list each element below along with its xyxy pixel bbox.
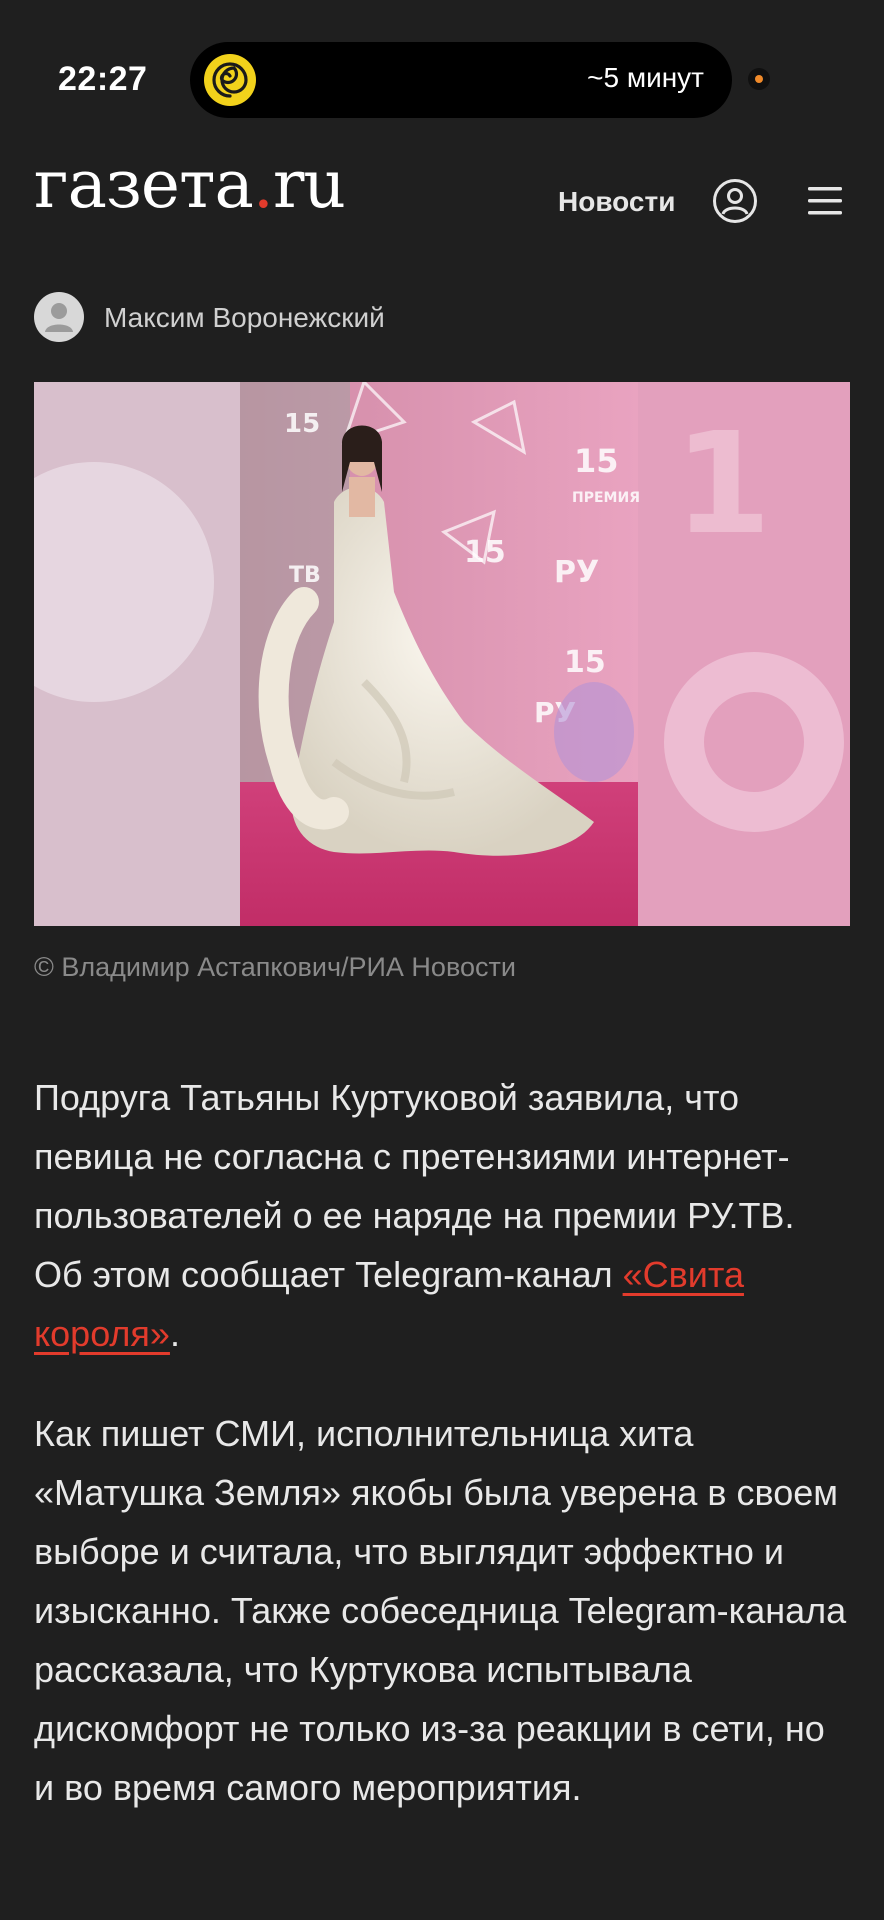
island-timer-text: ~5 минут xyxy=(587,62,704,93)
nav-news-link[interactable]: Новости xyxy=(558,186,675,218)
logo-tld: ru xyxy=(272,146,346,223)
logo-dot: . xyxy=(252,146,274,223)
svg-text:1: 1 xyxy=(674,403,771,566)
svg-text:ТВ: ТВ xyxy=(289,563,321,588)
camera-indicator-icon xyxy=(748,68,770,90)
article-paragraph-1: Подруга Татьяны Куртуковой заявила, что … xyxy=(34,1068,850,1363)
photo-credit: © Владимир Астапкович/РИА Новости xyxy=(34,952,516,982)
logo-main: газета xyxy=(34,146,254,223)
svg-text:15: 15 xyxy=(564,645,606,680)
status-time: 22:27 xyxy=(58,60,148,98)
svg-text:РУ: РУ xyxy=(554,555,599,590)
svg-text:15: 15 xyxy=(284,409,320,439)
user-profile-icon[interactable] xyxy=(712,178,758,224)
svg-text:ПРЕМИЯ: ПРЕМИЯ xyxy=(572,490,640,506)
svg-text:15: 15 xyxy=(574,442,619,480)
author-avatar[interactable] xyxy=(34,292,84,342)
paragraph-1-end: . xyxy=(169,1313,180,1354)
hamburger-menu-icon[interactable] xyxy=(806,184,844,218)
yandex-music-icon xyxy=(204,54,256,106)
site-logo[interactable]: газета.ru xyxy=(34,152,346,218)
author-name[interactable]: Максим Воронежский xyxy=(104,302,385,334)
article-paragraph-2: Как пишет СМИ, исполнительница хита «Мат… xyxy=(34,1413,847,1808)
article-photo[interactable]: 1 15 ПРЕМИЯ РУ 15 РУ 15 РУ 15 ТВ xyxy=(34,382,850,926)
dynamic-island[interactable]: ~5 минут xyxy=(190,42,732,118)
